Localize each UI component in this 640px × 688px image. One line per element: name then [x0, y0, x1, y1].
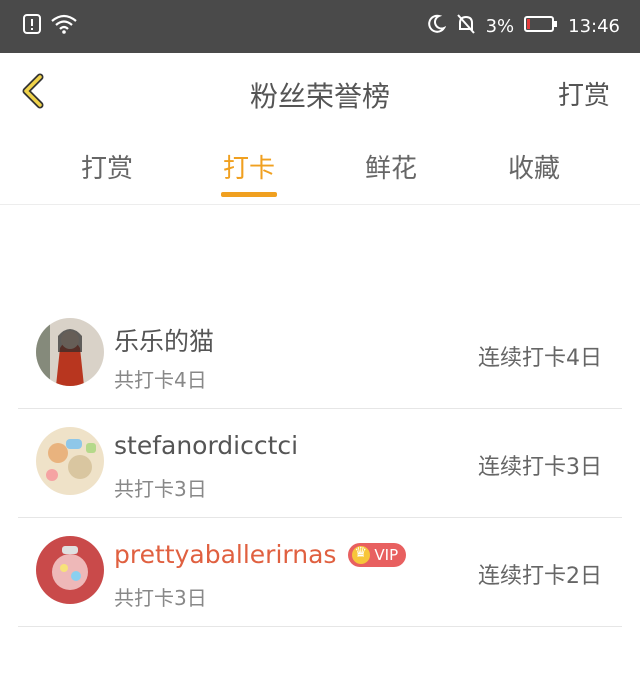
fan-streak: 连续打卡4日 [478, 346, 602, 371]
top-bar: 粉丝荣誉榜 打赏 [0, 53, 640, 129]
wifi-icon [50, 13, 78, 39]
status-bar: 3% 13:46 [0, 0, 640, 53]
list-item[interactable]: 乐乐的猫 共打卡4日 连续打卡4日 [18, 300, 622, 409]
avatar[interactable] [36, 318, 104, 386]
tab-checkin[interactable]: 打卡 [204, 148, 294, 185]
avatar[interactable] [36, 536, 104, 604]
tab-flowers[interactable]: 鲜花 [346, 148, 436, 185]
reward-button[interactable]: 打赏 [558, 75, 610, 112]
list-item[interactable]: prettyaballerirnas VIP 共打卡3日 连续打卡2日 [18, 518, 622, 627]
status-right: 3% 13:46 [426, 13, 620, 40]
fan-name: 乐乐的猫 [114, 327, 215, 356]
clock: 13:46 [568, 16, 620, 37]
alert-icon [22, 13, 42, 39]
fan-total-checkins: 共打卡4日 [114, 368, 207, 392]
avatar[interactable] [36, 427, 104, 495]
bell-mute-icon [456, 13, 476, 40]
active-tab-indicator [221, 192, 277, 197]
list-item[interactable]: stefanordicctci 共打卡3日 连续打卡3日 [18, 409, 622, 518]
tab-bar: 打赏 打卡 鲜花 收藏 [0, 128, 640, 205]
crown-icon [352, 545, 371, 564]
battery-icon [524, 15, 558, 38]
vip-badge: VIP [348, 542, 407, 567]
fan-streak: 连续打卡2日 [478, 564, 602, 589]
status-left [22, 13, 78, 39]
fan-list: 乐乐的猫 共打卡4日 连续打卡4日 stefanordicctci 共打卡3日 … [18, 300, 622, 627]
fan-total-checkins: 共打卡3日 [114, 586, 207, 610]
tab-reward[interactable]: 打赏 [62, 148, 152, 185]
fan-streak: 连续打卡3日 [478, 455, 602, 480]
vip-label: VIP [374, 545, 399, 564]
page-title: 粉丝荣誉榜 [249, 80, 390, 113]
fan-name-row: prettyaballerirnas VIP [114, 540, 407, 569]
moon-icon [426, 14, 447, 39]
fan-name: prettyaballerirnas [114, 540, 337, 569]
fan-total-checkins: 共打卡3日 [114, 477, 207, 501]
fan-name: stefanordicctci [114, 431, 299, 460]
battery-percent: 3% [485, 16, 515, 37]
tab-favorites[interactable]: 收藏 [489, 148, 579, 185]
